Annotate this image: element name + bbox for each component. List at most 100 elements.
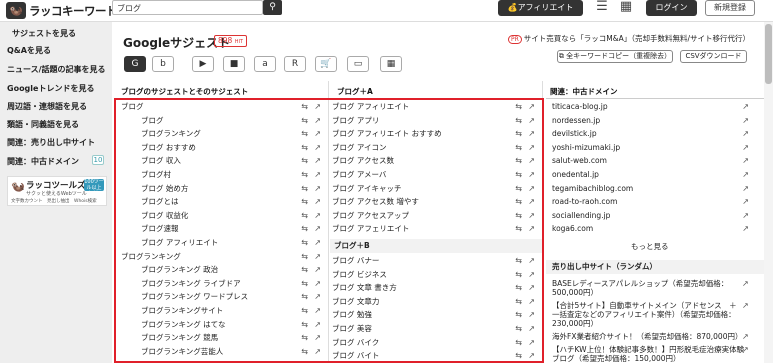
external-link-icon[interactable]: ↗ xyxy=(314,236,321,250)
expand-suggest-icon[interactable]: ⇆ xyxy=(515,100,522,114)
external-link-icon[interactable]: ↗ xyxy=(314,182,321,196)
sidebar-item-synonyms[interactable]: 類語・同義語を見る xyxy=(7,119,79,130)
search-button[interactable]: ⚲ xyxy=(263,0,282,15)
external-link-icon[interactable]: ↗ xyxy=(314,250,321,264)
pr-ad-line[interactable]: PR サイト売買なら「ラッコM&A」（売却手数料無料/サイト移行代行） xyxy=(507,33,750,44)
list-item[interactable]: yoshi-mizumaki.jp ↗ xyxy=(552,141,752,155)
external-link-icon[interactable]: ↗ xyxy=(528,154,535,168)
list-item[interactable]: ブログ アクセスアップ ⇆ ↗ xyxy=(332,209,538,223)
list-item[interactable]: ブログ アフェリエイト ⇆ ↗ xyxy=(332,222,538,236)
sidebar-item-related-words[interactable]: 周辺語・連想語を見る xyxy=(7,101,87,112)
video-engine-icon[interactable]: ■ xyxy=(223,56,245,72)
expand-suggest-icon[interactable]: ⇆ xyxy=(301,222,308,236)
external-link-icon[interactable]: ↗ xyxy=(528,182,535,196)
external-link-icon[interactable]: ↗ xyxy=(528,209,535,223)
expand-suggest-icon[interactable]: ⇆ xyxy=(515,254,522,268)
external-link-icon[interactable]: ↗ xyxy=(314,141,321,155)
external-link-icon[interactable]: ↗ xyxy=(528,141,535,155)
expand-suggest-icon[interactable]: ⇆ xyxy=(301,154,308,168)
external-link-icon[interactable]: ↗ xyxy=(314,154,321,168)
login-button[interactable]: ログイン xyxy=(646,0,697,16)
external-link-icon[interactable]: ↗ xyxy=(528,127,535,141)
external-link-icon[interactable]: ↗ xyxy=(742,209,749,223)
expand-suggest-icon[interactable]: ⇆ xyxy=(301,236,308,250)
list-item[interactable]: ブログランキング ワードプレス ⇆ ↗ xyxy=(121,290,324,304)
external-link-icon[interactable]: ↗ xyxy=(528,114,535,128)
grid-apps-icon[interactable]: ▦ xyxy=(618,0,634,15)
list-item[interactable]: ブログ おすすめ ⇆ ↗ xyxy=(121,141,324,155)
shopping-engine-icon[interactable]: 🛒 xyxy=(315,56,337,72)
sidebar-item-qa[interactable]: Q&Aを見る xyxy=(7,45,51,56)
expand-suggest-icon[interactable]: ⇆ xyxy=(301,331,308,345)
expand-suggest-icon[interactable]: ⇆ xyxy=(301,127,308,141)
expand-suggest-icon[interactable]: ⇆ xyxy=(301,209,308,223)
expand-suggest-icon[interactable]: ⇆ xyxy=(515,141,522,155)
external-link-icon[interactable]: ↗ xyxy=(314,263,321,277)
external-link-icon[interactable]: ↗ xyxy=(742,100,749,114)
external-link-icon[interactable]: ↗ xyxy=(528,168,535,182)
list-item[interactable]: ブログランキング芸能人 ⇆ ↗ xyxy=(121,345,324,359)
expand-suggest-icon[interactable]: ⇆ xyxy=(515,349,522,363)
expand-suggest-icon[interactable]: ⇆ xyxy=(515,195,522,209)
expand-suggest-icon[interactable]: ⇆ xyxy=(515,322,522,336)
sell-item[interactable]: 【合計5サイト】自動車サイトメイン（アドセンス ＋ 一括査定などのアフィリエイト… xyxy=(552,301,747,328)
list-item[interactable]: salut-web.com ↗ xyxy=(552,154,752,168)
external-link-icon[interactable]: ↗ xyxy=(528,322,535,336)
external-link-icon[interactable]: ↗ xyxy=(314,100,321,114)
copy-all-keywords-button[interactable]: ⧉ 全キーワードコピー（重複除去） xyxy=(557,50,673,63)
expand-suggest-icon[interactable]: ⇆ xyxy=(515,281,522,295)
external-link-icon[interactable]: ↗ xyxy=(314,195,321,209)
search-input[interactable]: ブログ xyxy=(112,0,263,15)
external-link-icon[interactable]: ↗ xyxy=(742,154,749,168)
scrollbar-thumb[interactable] xyxy=(765,24,772,84)
bing-engine-icon[interactable]: b xyxy=(152,56,174,72)
list-item[interactable]: ブログ アフィリエイト おすすめ ⇆ ↗ xyxy=(332,127,538,141)
expand-suggest-icon[interactable]: ⇆ xyxy=(515,222,522,236)
expand-suggest-icon[interactable]: ⇆ xyxy=(515,114,522,128)
external-link-icon[interactable]: ↗ xyxy=(314,331,321,345)
sell-item[interactable]: 【ハチKW上位！体験記事多数！】円形脱毛症治療実体験ブログ（希望売却価格：150… xyxy=(552,345,747,363)
external-link-icon[interactable]: ↗ xyxy=(314,290,321,304)
expand-suggest-icon[interactable]: ⇆ xyxy=(301,141,308,155)
sidebar-item-news[interactable]: ニュース/話題の記事を見る xyxy=(7,64,106,75)
app-engine-icon[interactable]: ▦ xyxy=(380,56,402,72)
external-link-icon[interactable]: ↗ xyxy=(314,168,321,182)
expand-suggest-icon[interactable]: ⇆ xyxy=(301,345,308,359)
list-item[interactable]: devilstick.jp ↗ xyxy=(552,127,752,141)
list-item[interactable]: onedental.jp ↗ xyxy=(552,168,752,182)
logo[interactable]: 🦦 ラッコキーワード xyxy=(6,2,118,19)
signup-button[interactable]: 新規登録 xyxy=(705,0,755,16)
list-item[interactable]: ブログ村 ⇆ ↗ xyxy=(121,168,324,182)
external-link-icon[interactable]: ↗ xyxy=(742,182,749,196)
menu-icon[interactable]: ☰ xyxy=(594,0,610,15)
external-link-icon[interactable]: ↗ xyxy=(528,349,535,363)
list-item[interactable]: ブログ 美容 ⇆ ↗ xyxy=(332,322,538,336)
expand-suggest-icon[interactable]: ⇆ xyxy=(515,209,522,223)
expand-suggest-icon[interactable]: ⇆ xyxy=(301,195,308,209)
list-item[interactable]: ブログ ⇆ ↗ xyxy=(121,100,324,114)
sidebar-item-trends[interactable]: Googleトレンドを見る xyxy=(7,83,94,94)
list-item[interactable]: ブログランキング はてな ⇆ ↗ xyxy=(121,318,324,332)
list-item[interactable]: ブログ ⇆ ↗ xyxy=(121,114,324,128)
expand-suggest-icon[interactable]: ⇆ xyxy=(515,308,522,322)
external-link-icon[interactable]: ↗ xyxy=(528,295,535,309)
external-link-icon[interactable]: ↗ xyxy=(314,222,321,236)
sell-item[interactable]: 海外FX業者紹介サイト！（希望売却価格：870,000円） xyxy=(552,332,747,341)
list-item[interactable]: tegamibachiblog.com ↗ xyxy=(552,182,752,196)
external-link-icon[interactable]: ↗ xyxy=(314,318,321,332)
youtube-engine-icon[interactable]: ▶ xyxy=(192,56,214,72)
sidebar-item-sites-for-sale[interactable]: 関連：売り出し中サイト xyxy=(7,137,95,148)
list-item[interactable]: ブログ アフィリエイト ⇆ ↗ xyxy=(121,236,324,250)
list-item[interactable]: road-to-raoh.com ↗ xyxy=(552,195,752,209)
external-link-icon[interactable]: ↗ xyxy=(742,222,749,236)
external-link-icon[interactable]: ↗ xyxy=(528,336,535,350)
expand-suggest-icon[interactable]: ⇆ xyxy=(515,154,522,168)
expand-suggest-icon[interactable]: ⇆ xyxy=(515,268,522,282)
expand-suggest-icon[interactable]: ⇆ xyxy=(515,168,522,182)
external-link-icon[interactable]: ↗ xyxy=(314,345,321,359)
external-link-icon[interactable]: ↗ xyxy=(742,301,749,310)
external-link-icon[interactable]: ↗ xyxy=(742,345,749,354)
amazon-engine-icon[interactable]: a xyxy=(254,56,276,72)
expand-suggest-icon[interactable]: ⇆ xyxy=(515,295,522,309)
list-item[interactable]: koga6.com ↗ xyxy=(552,222,752,236)
